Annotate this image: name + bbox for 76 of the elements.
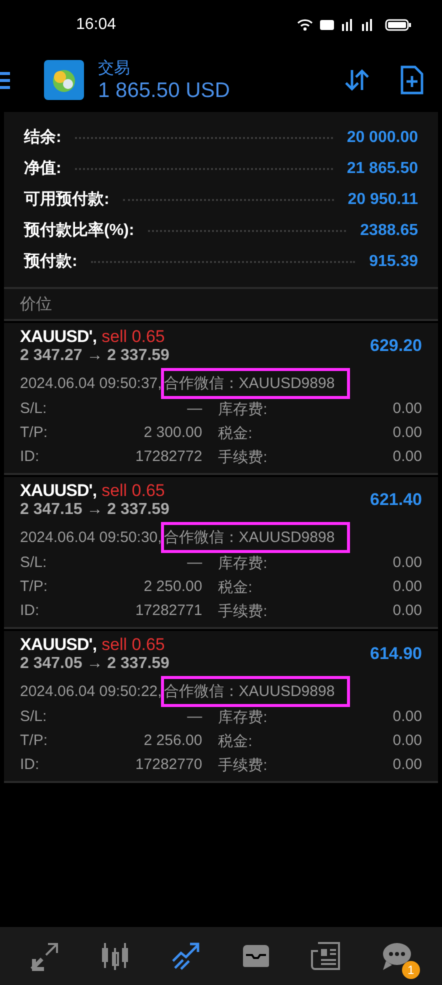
field-label: 手续费:	[218, 756, 268, 775]
menu-icon[interactable]	[0, 70, 10, 90]
symbol-text: XAUUSD',	[20, 481, 97, 500]
summary-label: 净值:	[24, 158, 62, 179]
field-value: 0.00	[392, 554, 422, 573]
field-label: ID:	[20, 602, 40, 621]
field-value: 0.00	[392, 732, 422, 751]
summary-value: 21 865.50	[346, 160, 418, 178]
account-balance: 1 865.50 USD	[98, 78, 231, 102]
field-value: —	[186, 400, 202, 419]
sort-icon[interactable]	[344, 67, 370, 93]
order-comment: 合作微信：XAUUSD9898	[164, 679, 347, 704]
price-range: 2 347.15 → 2 337.59	[20, 501, 170, 519]
summary-label: 预付款比率(%):	[24, 220, 134, 241]
field-label: ID:	[20, 448, 40, 467]
field-value: 0.00	[392, 756, 422, 775]
field-value: 17282771	[134, 602, 202, 621]
order-comment: 合作微信：XAUUSD9898	[164, 371, 347, 396]
summary-value: 20 000.00	[346, 128, 418, 146]
summary-value: 20 950.11	[348, 190, 418, 208]
profit-value: 614.90	[370, 644, 422, 664]
field-label: 手续费:	[218, 448, 268, 467]
field-label: T/P:	[20, 578, 48, 597]
order-side: sell 0.65	[102, 635, 165, 654]
order-comment: 合作微信：XAUUSD9898	[164, 525, 347, 550]
field-value: —	[186, 554, 202, 573]
field-label: S/L:	[20, 554, 48, 573]
price-range: 2 347.27 → 2 337.59	[20, 347, 170, 365]
section-title: 价位	[20, 294, 52, 314]
position-item[interactable]: XAUUSD', sell 0.65 2 347.27 → 2 337.59 629.20 2024.06.04 09:50:37,合作微信：XAUUSD9898 S/L: — 库存费: 0.00 T/P: 2 300.00 税金: 0.00 ID: 17282772 手续费: 0.00	[4, 323, 438, 475]
field-label: 库存费:	[218, 400, 268, 419]
new-order-icon[interactable]	[400, 65, 424, 95]
app-logo-icon	[44, 60, 84, 100]
profit-value: 621.40	[370, 490, 422, 510]
field-label: T/P:	[20, 732, 48, 751]
field-label: T/P:	[20, 424, 48, 443]
field-value: 0.00	[392, 578, 422, 597]
summary-label: 可用预付款:	[24, 190, 110, 210]
field-label: 库存费:	[218, 708, 268, 727]
symbol-text: XAUUSD',	[20, 635, 97, 654]
open-time: 2024.06.04 09:50:30,	[20, 529, 162, 546]
field-value: 0.00	[392, 708, 422, 727]
summary-value: 2388.65	[360, 222, 418, 240]
field-label: 税金:	[218, 578, 254, 597]
field-label: ID:	[20, 756, 40, 775]
profit-value: 629.20	[370, 336, 422, 356]
field-value: 2 250.00	[142, 578, 202, 597]
summary-label: 结余:	[24, 128, 62, 148]
field-value: 17282770	[134, 756, 202, 775]
field-value: 0.00	[392, 424, 422, 443]
price-range: 2 347.05 → 2 337.59	[20, 655, 170, 673]
summary-value: 915.39	[369, 252, 418, 270]
field-label: 库存费:	[218, 554, 268, 573]
field-value: 0.00	[392, 448, 422, 467]
field-value: 0.00	[392, 400, 422, 419]
unread-badge: 1	[402, 961, 420, 979]
summary-label: 预付款:	[24, 252, 78, 272]
screen-title: 交易	[98, 58, 131, 78]
field-label: S/L:	[20, 708, 48, 727]
order-side: sell 0.65	[102, 481, 165, 500]
field-value: 17282772	[134, 448, 202, 467]
field-label: 税金:	[218, 732, 254, 751]
position-item[interactable]: XAUUSD', sell 0.65 2 347.05 → 2 337.59 614.90 2024.06.04 09:50:22,合作微信：XAUUSD9898 S/L: — 库存费: 0.00 T/P: 2 256.00 税金: 0.00 ID: 17282770 手续费: 0.00	[4, 631, 438, 783]
open-time: 2024.06.04 09:50:37,	[20, 375, 162, 392]
clock: 16:04	[76, 16, 116, 34]
field-label: S/L:	[20, 400, 48, 419]
field-value: 2 256.00	[142, 732, 202, 751]
order-side: sell 0.65	[102, 327, 165, 346]
position-item[interactable]: XAUUSD', sell 0.65 2 347.15 → 2 337.59 621.40 2024.06.04 09:50:30,合作微信：XAUUSD9898 S/L: — 库存费: 0.00 T/P: 2 250.00 税金: 0.00 ID: 17282771 手续费: 0.00	[4, 477, 438, 629]
open-time: 2024.06.04 09:50:22,	[20, 683, 162, 700]
symbol-text: XAUUSD',	[20, 327, 97, 346]
field-value: —	[186, 708, 202, 727]
field-value: 0.00	[392, 602, 422, 621]
field-label: 税金:	[218, 424, 254, 443]
field-value: 2 300.00	[142, 424, 202, 443]
field-label: 手续费:	[218, 602, 268, 621]
